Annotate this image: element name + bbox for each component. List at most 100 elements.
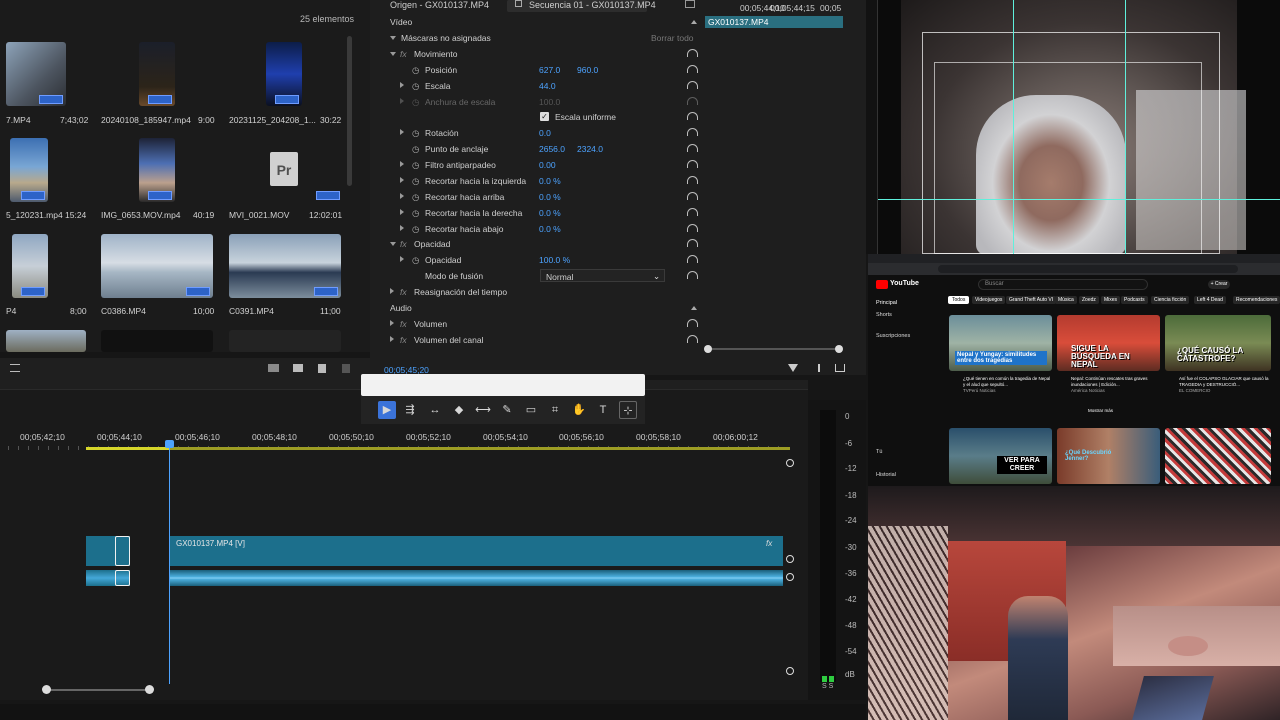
effect-row-opacity-section[interactable]: fx Opacidad bbox=[370, 236, 700, 252]
menu-icon[interactable] bbox=[10, 364, 20, 372]
ripple-edit-icon[interactable]: ↔ bbox=[426, 401, 444, 419]
bin-clip-thumb[interactable] bbox=[6, 42, 66, 106]
crop-right-value[interactable]: 0.0 % bbox=[539, 208, 561, 218]
stopwatch-icon[interactable]: ◷ bbox=[412, 176, 419, 187]
url-input[interactable] bbox=[938, 265, 1238, 273]
anchor-y-value[interactable]: 2324.0 bbox=[577, 144, 603, 154]
bin-clip-thumb[interactable] bbox=[6, 330, 86, 352]
crop-bottom-value[interactable]: 0.0 % bbox=[539, 224, 561, 234]
stopwatch-icon[interactable]: ◷ bbox=[412, 160, 419, 171]
chip[interactable]: Música bbox=[1055, 296, 1077, 304]
chip[interactable]: Podcasts bbox=[1121, 296, 1148, 304]
effect-row-crop-left[interactable]: ◷ Recortar hacia la izquierda 0.0 % bbox=[370, 173, 700, 189]
playhead[interactable] bbox=[169, 442, 170, 684]
video-channel[interactable]: TVPerú Noticias bbox=[963, 388, 996, 393]
reset-icon[interactable] bbox=[687, 239, 698, 247]
timeline-zoom-bar[interactable] bbox=[46, 689, 149, 691]
chip[interactable]: Videojuegos bbox=[972, 296, 1006, 304]
collapse-icon[interactable] bbox=[691, 306, 697, 310]
search-input[interactable]: Buscar bbox=[978, 279, 1148, 290]
clip-selection-box[interactable] bbox=[115, 570, 130, 586]
sidebar-item-shorts[interactable]: Shorts bbox=[876, 312, 892, 318]
sidebar-item-you[interactable]: Tú bbox=[876, 449, 882, 455]
effect-zoom-bar[interactable] bbox=[708, 348, 838, 350]
scroll-handle[interactable] bbox=[786, 459, 794, 467]
effect-row-movement[interactable]: fx Movimiento bbox=[370, 46, 700, 62]
effect-row-crop-bottom[interactable]: ◷ Recortar hacia abajo 0.0 % bbox=[370, 221, 700, 237]
slip-icon[interactable]: ⟷ bbox=[474, 401, 492, 419]
audio-clip[interactable] bbox=[170, 570, 783, 586]
play-only-audio-icon[interactable] bbox=[810, 364, 820, 372]
chevron-right-icon[interactable] bbox=[390, 320, 394, 326]
video-title[interactable]: Así fue el COLAPSO GLACIAR que causó la … bbox=[1179, 376, 1269, 387]
anchor-x-value[interactable]: 2656.0 bbox=[539, 144, 565, 154]
effect-row-time-remap[interactable]: fx Reasignación del tiempo bbox=[370, 284, 700, 300]
caption-tool-icon[interactable]: ⊹ bbox=[619, 401, 637, 419]
opacity-value[interactable]: 100.0 % bbox=[539, 255, 570, 265]
chip[interactable]: Zoedz bbox=[1079, 296, 1099, 304]
sidebar-item-home[interactable]: Principal bbox=[876, 300, 897, 306]
video-thumbnail[interactable]: ¿QUÉ CAUSÓ LA CATASTROFE? bbox=[1165, 315, 1271, 371]
bin-clip-thumb[interactable] bbox=[266, 42, 302, 106]
folder-icon[interactable] bbox=[293, 364, 303, 372]
reset-icon[interactable] bbox=[687, 335, 698, 343]
stopwatch-icon[interactable]: ◷ bbox=[412, 65, 419, 76]
position-x-value[interactable]: 627.0 bbox=[539, 65, 560, 75]
crop-left-value[interactable]: 0.0 % bbox=[539, 176, 561, 186]
video-channel[interactable]: EL COMERCIO bbox=[1179, 388, 1210, 393]
collapse-icon[interactable] bbox=[691, 20, 697, 24]
crop-top-value[interactable]: 0.0 % bbox=[539, 192, 561, 202]
antiflicker-value[interactable]: 0.00 bbox=[539, 160, 556, 170]
guide-line-vertical[interactable] bbox=[1125, 0, 1126, 254]
reset-icon[interactable] bbox=[687, 271, 698, 279]
reset-icon[interactable] bbox=[687, 319, 698, 327]
new-item-icon[interactable] bbox=[318, 364, 326, 373]
guide-line-horizontal[interactable] bbox=[866, 199, 1280, 200]
stopwatch-icon[interactable]: ◷ bbox=[412, 208, 419, 219]
reset-icon[interactable] bbox=[687, 81, 698, 89]
tools-panel-header[interactable] bbox=[361, 374, 645, 396]
effect-row-scale[interactable]: ◷ Escala 44.0 bbox=[370, 78, 700, 94]
stopwatch-icon[interactable]: ◷ bbox=[412, 224, 419, 235]
video-clip[interactable]: GX010137.MP4 [V] fx bbox=[170, 536, 783, 566]
chevron-down-icon[interactable] bbox=[390, 36, 396, 40]
scroll-handle[interactable] bbox=[786, 555, 794, 563]
crop-icon[interactable]: ⌗ bbox=[546, 401, 564, 419]
effect-row-uniform-scale[interactable]: ✓ Escala uniforme bbox=[370, 109, 700, 125]
bin-clip-thumb[interactable] bbox=[139, 138, 175, 202]
rotation-value[interactable]: 0.0 bbox=[539, 128, 551, 138]
show-more-button[interactable]: Mostrar más bbox=[1088, 408, 1113, 413]
tab-source[interactable]: Origen - GX010137.MP4 bbox=[390, 0, 489, 12]
youtube-brand[interactable]: YouTube bbox=[890, 280, 919, 287]
reset-icon[interactable] bbox=[687, 255, 698, 263]
chevron-right-icon[interactable] bbox=[400, 82, 404, 88]
stopwatch-icon[interactable]: ◷ bbox=[412, 255, 419, 266]
blend-mode-dropdown[interactable]: Normal ⌄ bbox=[540, 269, 665, 282]
chip-all[interactable]: Todos bbox=[948, 296, 970, 304]
effect-row-crop-right[interactable]: ◷ Recortar hacia la derecha 0.0 % bbox=[370, 205, 700, 221]
chevron-right-icon[interactable] bbox=[400, 129, 404, 135]
reset-icon[interactable] bbox=[687, 208, 698, 216]
position-y-value[interactable]: 960.0 bbox=[577, 65, 598, 75]
panel-menu-icon[interactable] bbox=[685, 0, 695, 8]
reset-icon[interactable] bbox=[687, 49, 698, 57]
chip[interactable]: Recomendaciones bbox=[1233, 296, 1280, 304]
effect-row-masks[interactable]: Máscaras no asignadas Borrar todo bbox=[370, 30, 700, 46]
stopwatch-icon[interactable]: ◷ bbox=[412, 81, 419, 92]
video-title[interactable]: Nepal: Continúan rescates tras graves in… bbox=[1071, 376, 1159, 387]
sidebar-item-subscriptions[interactable]: Suscripciones bbox=[876, 333, 910, 339]
chevron-right-icon[interactable] bbox=[400, 209, 404, 215]
effect-row-channel-volume[interactable]: fx Volumen del canal bbox=[370, 332, 700, 348]
bin-clip-thumb[interactable] bbox=[101, 330, 213, 352]
solo-buttons[interactable]: S S bbox=[822, 683, 833, 690]
chevron-down-icon[interactable] bbox=[390, 242, 396, 246]
effect-row-rotation[interactable]: ◷ Rotación 0.0 bbox=[370, 125, 700, 141]
scroll-handle[interactable] bbox=[786, 573, 794, 581]
program-monitor[interactable] bbox=[866, 0, 1280, 254]
automate-icon[interactable] bbox=[268, 364, 279, 372]
chip[interactable]: Ciencia ficción bbox=[1151, 296, 1190, 304]
video-thumbnail[interactable] bbox=[1165, 428, 1271, 484]
chevron-right-icon[interactable] bbox=[400, 225, 404, 231]
scroll-handle[interactable] bbox=[786, 667, 794, 675]
bin-scrollbar[interactable] bbox=[347, 36, 352, 186]
